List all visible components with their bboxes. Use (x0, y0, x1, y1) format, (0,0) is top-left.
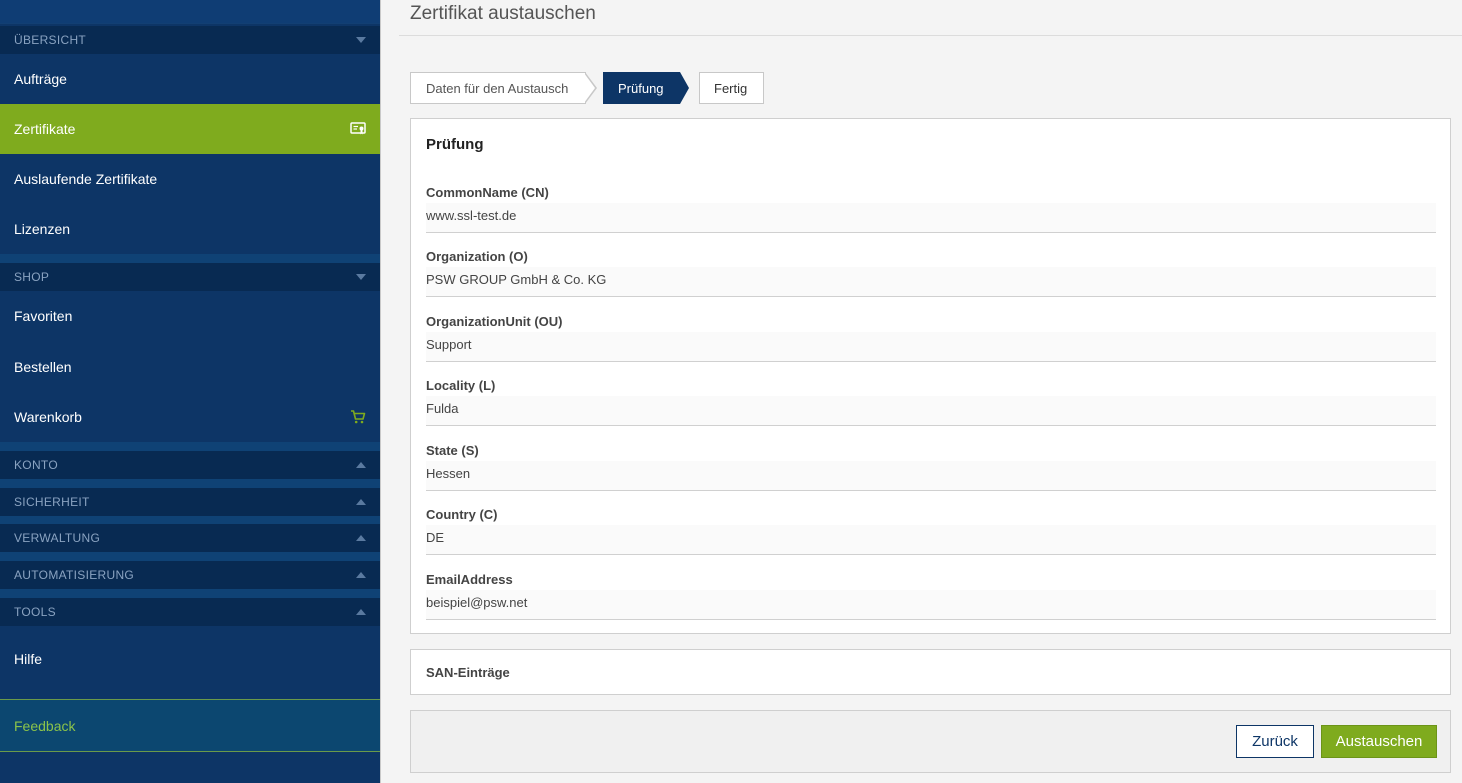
field-label: OrganizationUnit (OU) (426, 314, 563, 329)
field-label: Country (C) (426, 507, 498, 522)
step-arrow (680, 72, 689, 104)
sidebar-item-order[interactable]: Bestellen (0, 342, 380, 392)
sidebar-divider (0, 479, 380, 488)
field-value: PSW GROUP GmbH & Co. KG (426, 267, 1436, 297)
section-account[interactable]: KONTO (0, 451, 380, 479)
field-value: Fulda (426, 396, 1436, 426)
sidebar-divider (0, 552, 380, 561)
sidebar-item-label: Aufträge (14, 71, 67, 87)
sidebar-item-help[interactable]: Hilfe (0, 634, 380, 684)
step-done[interactable]: Fertig (699, 72, 764, 104)
field-value: Support (426, 332, 1436, 362)
sidebar-item-licenses[interactable]: Lizenzen (0, 204, 380, 254)
section-overview-label: ÜBERSICHT (14, 33, 87, 47)
sidebar-item-label: Feedback (14, 717, 76, 734)
title-divider (399, 35, 1462, 36)
sidebar-item-favorites[interactable]: Favoriten (0, 291, 380, 341)
field-value: www.ssl-test.de (426, 203, 1436, 233)
sidebar-item-label: Warenkorb (14, 409, 82, 425)
chevron-down-icon (356, 26, 366, 54)
field-state: State (S) Hessen (426, 443, 1436, 499)
section-shop[interactable]: SHOP (0, 263, 380, 291)
section-security-label: SICHERHEIT (14, 495, 90, 509)
chevron-up-icon (356, 598, 366, 626)
chevron-up-icon (356, 451, 366, 479)
section-tools[interactable]: TOOLS (0, 598, 380, 626)
san-panel[interactable]: SAN-Einträge (410, 649, 1451, 695)
step-check-label: Prüfung (618, 80, 664, 96)
sidebar-divider (0, 589, 380, 598)
sidebar-item-label: Bestellen (14, 359, 72, 375)
field-email-address: EmailAddress beispiel@psw.net (426, 572, 1436, 628)
field-label: EmailAddress (426, 572, 513, 587)
panel-title: Prüfung (426, 136, 484, 153)
back-button[interactable]: Zurück (1236, 725, 1314, 758)
sidebar-item-orders[interactable]: Aufträge (0, 54, 380, 104)
step-check[interactable]: Prüfung (603, 72, 689, 104)
exchange-button[interactable]: Austauschen (1321, 725, 1437, 758)
step-data-label: Daten für den Austausch (426, 80, 569, 96)
sidebar-item-certificates[interactable]: Zertifikate (0, 104, 380, 154)
section-shop-label: SHOP (14, 270, 50, 284)
field-organization: Organization (O) PSW GROUP GmbH & Co. KG (426, 249, 1436, 305)
cart-icon (350, 392, 366, 442)
section-admin[interactable]: VERWALTUNG (0, 524, 380, 552)
field-label: Organization (O) (426, 249, 528, 264)
sidebar-divider (0, 254, 380, 263)
field-label: Locality (L) (426, 378, 496, 393)
step-arrow (584, 73, 595, 103)
section-security[interactable]: SICHERHEIT (0, 488, 380, 516)
certificate-icon (350, 104, 366, 154)
field-common-name: CommonName (CN) www.ssl-test.de (426, 185, 1436, 241)
sidebar-item-expiring-certificates[interactable]: Auslaufende Zertifikate (0, 154, 380, 204)
page-title: Zertifikat austauschen (410, 3, 596, 24)
chevron-up-icon (356, 561, 366, 589)
sidebar-item-label: Lizenzen (14, 221, 71, 237)
san-title: SAN-Einträge (426, 665, 510, 680)
section-overview[interactable]: ÜBERSICHT (0, 26, 380, 54)
chevron-down-icon (356, 263, 366, 291)
step-data[interactable]: Daten für den Austausch (410, 72, 597, 104)
field-organization-unit: OrganizationUnit (OU) Support (426, 314, 1436, 370)
sidebar-item-label: Favoriten (14, 308, 73, 324)
section-automation-label: AUTOMATISIERUNG (14, 568, 135, 582)
sidebar-item-cart[interactable]: Warenkorb (0, 392, 380, 442)
field-locality: Locality (L) Fulda (426, 378, 1436, 434)
section-admin-label: VERWALTUNG (14, 531, 101, 545)
sidebar-divider (0, 516, 380, 524)
field-label: State (S) (426, 443, 479, 458)
field-country: Country (C) DE (426, 507, 1436, 563)
field-value: Hessen (426, 461, 1436, 491)
sidebar-topbar (0, 0, 380, 24)
check-panel: Prüfung CommonName (CN) www.ssl-test.de … (410, 118, 1451, 634)
sidebar-item-label: Hilfe (14, 651, 43, 667)
main-content: Zertifikat austauschen Daten für den Aus… (381, 0, 1462, 783)
sidebar: ÜBERSICHT Aufträge Zertifikate Auslaufen… (0, 0, 381, 783)
sidebar-item-label: Zertifikate (14, 121, 76, 137)
chevron-up-icon (356, 524, 366, 552)
step-done-label: Fertig (714, 80, 748, 96)
section-automation[interactable]: AUTOMATISIERUNG (0, 561, 380, 589)
section-account-label: KONTO (14, 458, 58, 472)
field-value: DE (426, 525, 1436, 555)
chevron-up-icon (356, 488, 366, 516)
section-tools-label: TOOLS (14, 605, 56, 619)
sidebar-item-feedback[interactable]: Feedback (0, 699, 380, 752)
sidebar-divider (0, 442, 380, 451)
sidebar-item-label: Auslaufende Zertifikate (14, 171, 158, 187)
action-bar: Zurück Austauschen (410, 710, 1451, 773)
field-value: beispiel@psw.net (426, 590, 1436, 620)
field-label: CommonName (CN) (426, 185, 549, 200)
